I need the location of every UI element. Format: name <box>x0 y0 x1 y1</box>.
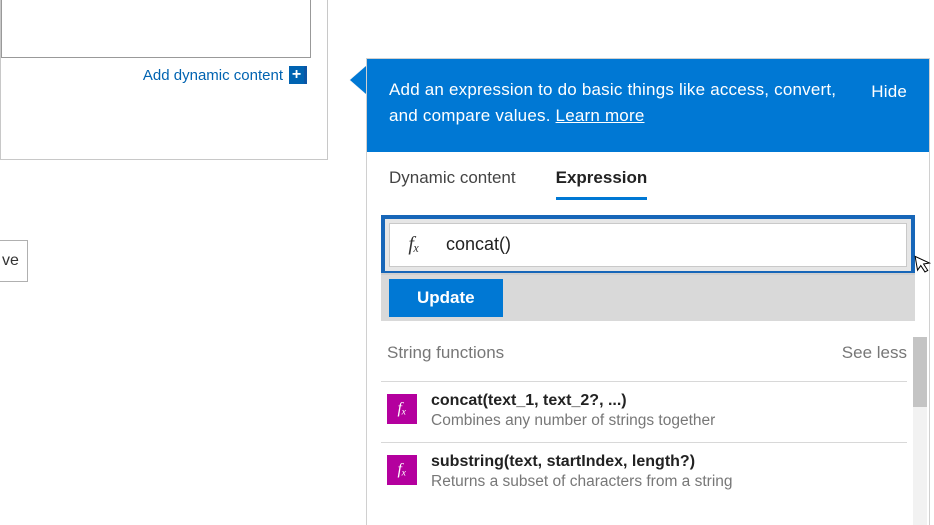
section-header: String functions See less <box>381 337 927 381</box>
scrollbar-thumb[interactable] <box>913 337 927 407</box>
function-description: Returns a subset of characters from a st… <box>431 473 733 491</box>
learn-more-link[interactable]: Learn more <box>556 106 645 125</box>
add-dynamic-content-link[interactable]: Add dynamic content + <box>143 66 307 84</box>
expression-input-row: fₓ <box>389 223 907 267</box>
hide-button[interactable]: Hide <box>871 77 907 105</box>
save-button-fragment[interactable]: ve <box>0 240 28 282</box>
update-bar: Update <box>381 273 915 321</box>
panel-header-message: Add an expression to do basic things lik… <box>389 77 847 130</box>
function-signature: concat(text_1, text_2?, ...) <box>431 392 715 410</box>
update-button[interactable]: Update <box>389 279 503 317</box>
section-title: String functions <box>387 343 504 363</box>
scrollbar-track[interactable] <box>913 337 927 525</box>
add-dynamic-content-label: Add dynamic content <box>143 67 283 84</box>
text-input-field[interactable] <box>1 0 311 58</box>
panel-header: Add an expression to do basic things lik… <box>367 59 929 152</box>
expression-input-container: fₓ <box>381 215 915 275</box>
see-less-toggle[interactable]: See less <box>842 343 907 363</box>
tab-expression[interactable]: Expression <box>556 168 648 200</box>
function-description: Combines any number of strings together <box>431 412 715 430</box>
expression-panel: Add an expression to do basic things lik… <box>366 58 930 525</box>
tab-dynamic-content[interactable]: Dynamic content <box>389 168 516 200</box>
callout-arrow-icon <box>350 66 366 94</box>
tab-bar: Dynamic content Expression <box>367 152 929 201</box>
fx-badge-icon: fₓ <box>387 455 417 485</box>
action-card: Add dynamic content + <box>0 0 328 160</box>
function-list: String functions See less fₓ concat(text… <box>381 337 927 525</box>
function-item-substring[interactable]: fₓ substring(text, startIndex, length?) … <box>381 442 907 503</box>
function-signature: substring(text, startIndex, length?) <box>431 453 733 471</box>
fx-badge-icon: fₓ <box>387 394 417 424</box>
function-item-concat[interactable]: fₓ concat(text_1, text_2?, ...) Combines… <box>381 381 907 442</box>
expression-input[interactable] <box>438 224 906 266</box>
plus-icon: + <box>289 66 307 84</box>
fx-icon: fₓ <box>390 233 438 256</box>
